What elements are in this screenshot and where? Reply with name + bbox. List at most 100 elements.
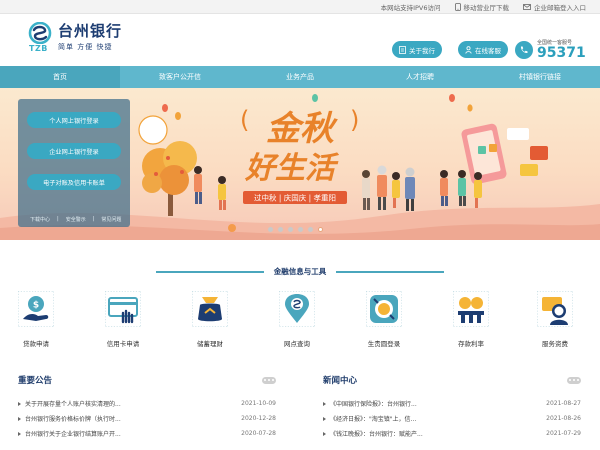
tool-label: 信用卡申请: [106, 340, 140, 348]
tool-service-fees[interactable]: 服务资费: [519, 290, 591, 348]
carousel-indicators: [268, 227, 323, 232]
news-date: 2021-08-26: [546, 415, 581, 422]
nav-item-careers[interactable]: 人才招聘: [360, 66, 480, 88]
ipv6-text: 本网站支持IPV6访问: [380, 3, 441, 12]
hand-coin-icon: $: [17, 290, 55, 328]
tool-loan-apply[interactable]: $ 贷款申请: [0, 290, 72, 348]
list-item[interactable]: 《中国银行保险报》：台州银行... 2021-08-27: [323, 396, 581, 411]
news-date: 2021-07-29: [546, 430, 581, 437]
carousel-dot-active[interactable]: [318, 227, 323, 232]
bank-slogan: 简单 方便 快捷: [58, 42, 113, 51]
bank-logo[interactable]: TZB 台州银行 简单 方便 快捷: [28, 21, 123, 53]
mobile-download-link[interactable]: 移动营业厅下载: [454, 2, 510, 12]
news-more-button[interactable]: [567, 376, 581, 384]
svg-text:好生活: 好生活: [244, 151, 340, 186]
hotline-number: 95371: [537, 45, 586, 61]
tool-gold-login[interactable]: 生贵圆登录: [348, 290, 420, 348]
tool-label: 网点查询: [284, 340, 310, 348]
tool-label: 贷款申请: [23, 340, 49, 348]
announcement-text: 关于开展存量个人账户核实清理的...: [18, 399, 121, 408]
news-title: 新闻中心: [323, 376, 358, 386]
ipv6-notice: 本网站支持IPV6访问: [381, 2, 441, 12]
service-agent-icon: [536, 290, 574, 328]
map-pin-icon: [278, 290, 316, 328]
gold-coin-icon: [365, 290, 403, 328]
tool-deposit-rate[interactable]: 存款利率: [435, 290, 507, 348]
title-line-right: [336, 270, 445, 273]
list-item[interactable]: 台州银行关于企业银行结算账户开... 2020-07-28: [18, 426, 276, 441]
personal-ebank-login-button[interactable]: 个人网上银行登录: [27, 112, 121, 128]
envelope-icon: [523, 3, 531, 10]
mobile-phone-icon: [454, 2, 461, 11]
nav-item-home[interactable]: 首页: [0, 66, 120, 88]
bank-name: 台州银行: [58, 21, 123, 40]
announcement-text: 台州银行服务价格标价牌（执行时...: [18, 414, 121, 423]
list-item[interactable]: 《经济日报》："淘宝镇"上，信... 2021-08-26: [323, 411, 581, 426]
about-bank-button[interactable]: 关于我行: [392, 41, 442, 58]
announcements-more-button[interactable]: [262, 376, 276, 384]
news-list: 《中国银行保险报》：台州银行... 2021-08-27 《经济日报》："淘宝镇…: [323, 396, 581, 441]
corporate-ebank-login-button[interactable]: 企业网上银行登录: [27, 143, 121, 159]
login-panel: 个人网上银行登录 企业网上银行登录 电子对账及信用卡账单 下载中心 | 安全警示…: [18, 99, 130, 227]
security-warning-link[interactable]: 安全警示: [66, 216, 86, 223]
list-item[interactable]: 《钱江晚报》：台州银行：赋能产... 2021-07-29: [323, 426, 581, 441]
nav-item-open-letter[interactable]: 致客户公开信: [120, 66, 240, 88]
about-bank-label: 关于我行: [409, 46, 435, 55]
email-login-link[interactable]: 企业邮箱登入入口: [523, 2, 586, 12]
announcement-date: 2021-10-09: [241, 400, 276, 407]
site-header: TZB 台州银行 简单 方便 快捷 关于我行 在线客服 全国统一客服号 9537…: [0, 14, 600, 66]
svg-text:$: $: [33, 301, 39, 311]
tool-label: 储蓄理财: [197, 340, 223, 348]
news-panel: 新闻中心 《中国银行保险报》：台州银行... 2021-08-27 《经济日报》…: [323, 374, 581, 441]
news-text: 《中国银行保险报》：台州银行...: [323, 399, 417, 408]
online-service-label: 在线客服: [475, 46, 501, 55]
statement-creditcard-button[interactable]: 电子对账及信用卡账单: [27, 174, 121, 190]
mobile-download-label: 移动营业厅下载: [463, 3, 510, 12]
download-center-link[interactable]: 下载中心: [30, 216, 50, 223]
carousel-dot[interactable]: [278, 227, 283, 232]
nav-item-products[interactable]: 业务产品: [240, 66, 360, 88]
tool-label: 生贵圆登录: [367, 340, 401, 348]
announcement-text: 台州银行关于企业银行结算账户开...: [18, 429, 121, 438]
title-line-left: [155, 270, 264, 273]
announcements-header: 重要公告: [18, 374, 276, 386]
person-icon: [465, 45, 472, 54]
announcement-date: 2020-12-28: [241, 415, 276, 422]
logo-abbr: TZB: [29, 44, 48, 53]
faq-link[interactable]: 常见问题: [101, 216, 121, 223]
tool-savings-finance[interactable]: 储蓄理财: [174, 290, 246, 348]
logo-mark: TZB: [28, 21, 52, 53]
wallet-icon: [191, 290, 229, 328]
document-icon: [399, 45, 406, 54]
logo-symbol-icon: [28, 21, 52, 45]
announcements-panel: 重要公告 关于开展存量个人账户核实清理的... 2021-10-09 台州银行服…: [18, 374, 276, 441]
main-nav: 首页 致客户公开信 业务产品 人才招聘 村镇银行链接: [0, 66, 600, 88]
carousel-dot[interactable]: [308, 227, 313, 232]
news-text: 《经济日报》："淘宝镇"上，信...: [323, 414, 416, 423]
news-text: 《钱江晚报》：台州银行：赋能产...: [323, 429, 423, 438]
tool-label: 服务资费: [542, 340, 568, 348]
nav-item-village-banks[interactable]: 村镇银行链接: [480, 66, 600, 88]
phone-icon: [515, 40, 533, 59]
tool-label: 存款利率: [458, 340, 484, 348]
news-header: 新闻中心: [323, 374, 581, 386]
email-login-label: 企业邮箱登入入口: [534, 3, 586, 12]
carousel-dot[interactable]: [288, 227, 293, 232]
tools-title-text: 金融信息与工具: [273, 267, 327, 276]
list-item[interactable]: 关于开展存量个人账户核实清理的... 2021-10-09: [18, 396, 276, 411]
hotline: 全国统一客服号 95371: [515, 39, 586, 60]
carousel-dot[interactable]: [268, 227, 273, 232]
tool-branch-locator[interactable]: 网点查询: [261, 290, 333, 348]
svg-text:(: (: [240, 106, 249, 134]
announcement-date: 2020-07-28: [241, 430, 276, 437]
hero-banner[interactable]: 金秋 ( ) 好生活 过中秋 | 庆国庆 | 孝重阳 个人网上银行登录 企业网上…: [0, 88, 600, 240]
carousel-dot[interactable]: [298, 227, 303, 232]
svg-text:过中秋 | 庆国庆 | 孝重阳: 过中秋 | 庆国庆 | 孝重阳: [254, 193, 336, 203]
panel-divider: |: [57, 216, 59, 222]
online-service-button[interactable]: 在线客服: [458, 41, 508, 58]
announcements-title: 重要公告: [18, 376, 53, 386]
tool-creditcard-apply[interactable]: 信用卡申请: [87, 290, 159, 348]
list-item[interactable]: 台州银行服务价格标价牌（执行时... 2020-12-28: [18, 411, 276, 426]
top-utility-bar: 本网站支持IPV6访问 移动营业厅下载 企业邮箱登入入口: [0, 0, 600, 14]
svg-text:金秋: 金秋: [266, 109, 338, 149]
